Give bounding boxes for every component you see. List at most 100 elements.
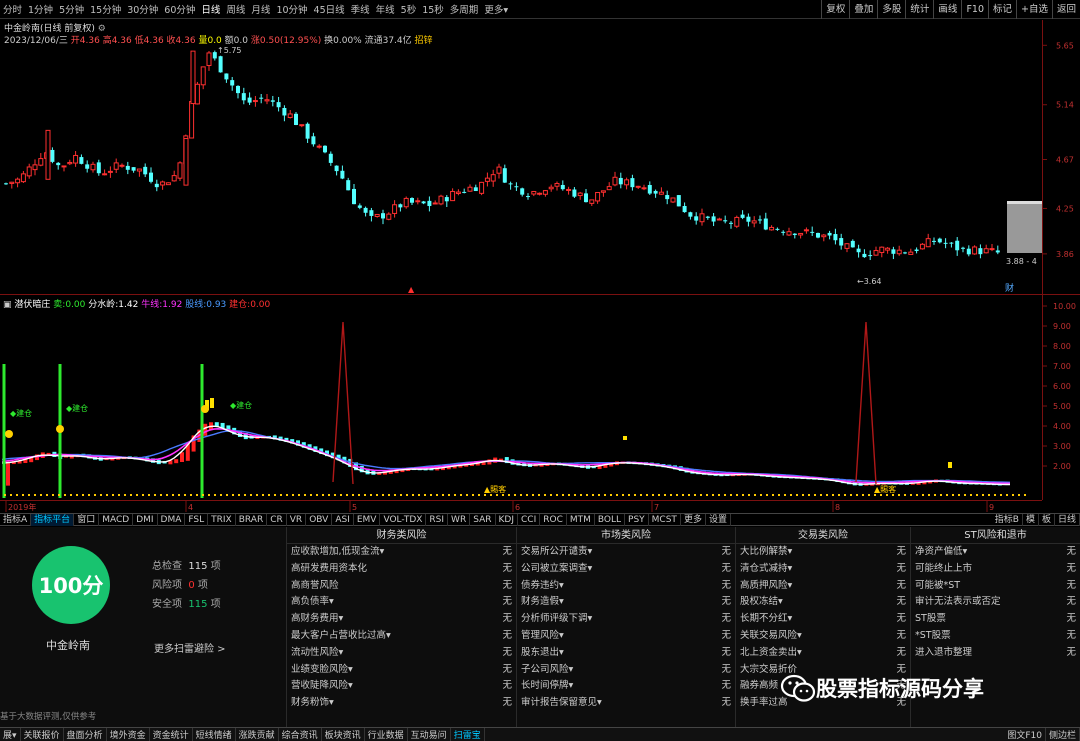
risk-row[interactable]: 分析师评级下调▾ 无 [517,611,735,628]
tab-right-3[interactable]: 日线 [1055,513,1080,526]
indicator-tab-20[interactable]: ROC [540,513,567,526]
risk-item-label[interactable]: 股权冻结▾ [740,594,783,611]
risk-item-label[interactable]: 营收陡降风险▾ [291,678,353,695]
indicator-tab-11[interactable]: OBV [306,513,333,526]
bottom-tab-9[interactable]: 行业数据 [365,728,408,741]
indicator-tab-18[interactable]: KDJ [496,513,518,526]
risk-item-label[interactable]: 长期不分红▾ [740,611,792,628]
risk-row[interactable]: 业绩变脸风险▾ 无 [287,662,516,679]
risk-row[interactable]: 营收陡降风险▾ 无 [287,678,516,695]
risk-item-label[interactable]: 审计报告保留意见▾ [521,695,602,712]
risk-item-label[interactable]: 财务粉饰▾ [291,695,334,712]
indicator-tab-10[interactable]: VR [287,513,307,526]
risk-item-label[interactable]: 财务造假▾ [521,594,564,611]
risk-item-label[interactable]: 清仓式减持▾ [740,561,792,578]
indicator-tab-5[interactable]: DMA [158,513,186,526]
risk-item-label[interactable]: 业绩变脸风险▾ [291,662,353,679]
kline-chart[interactable]: 5.65 5.14 4.67 4.25 3.86 ◆建仓 ◆建仓 ◆建仓 ▲賜客 ▲賜客 10.… [0,0,1080,513]
bottom-tab-0[interactable]: 展▾ [0,728,21,741]
tab-right-0[interactable]: 指标B [992,513,1023,526]
bottom-tab-7[interactable]: 综合资讯 [279,728,322,741]
indicator-tab-15[interactable]: RSI [426,513,449,526]
indicator-tab-25[interactable]: 更多 [681,513,706,526]
risk-item-label[interactable]: 大比例解禁▾ [740,544,792,561]
indicator-tab-9[interactable]: CR [267,513,287,526]
indicator-tab-1[interactable]: 指标平台 [31,513,75,526]
bottom-tab-1[interactable]: 关联报价 [21,728,64,741]
risk-item-label[interactable]: 长时间停牌▾ [521,678,573,695]
risk-item-label[interactable]: 净资产偏低▾ [915,544,967,561]
bottom-tab-3[interactable]: 境外资金 [107,728,150,741]
risk-item-label[interactable]: *ST股票 [915,628,951,645]
indicator-tab-19[interactable]: CCI [518,513,541,526]
indicator-tab-3[interactable]: MACD [99,513,134,526]
risk-item-label[interactable]: 子公司风险▾ [521,662,573,679]
indicator-tab-2[interactable]: 窗口 [74,513,100,526]
risk-item-label[interactable]: 北上资金卖出▾ [740,645,802,662]
indicator-tab-12[interactable]: ASI [332,513,354,526]
risk-row[interactable]: 股权冻结▾ 无 [736,594,910,611]
indicator-tab-4[interactable]: DMI [133,513,158,526]
risk-item-label[interactable]: 管理风险▾ [521,628,564,645]
risk-row[interactable]: 净资产偏低▾ 无 [911,544,1080,561]
risk-item-label[interactable]: 高质押风险▾ [740,578,792,595]
risk-row[interactable]: *ST股票 无 [911,628,1080,645]
tab-right-1[interactable]: 模 [1023,513,1039,526]
finance-badge[interactable]: 财 [1005,282,1014,294]
indicator-tab-0[interactable]: 指标A [0,513,32,526]
risk-row[interactable]: 股东退出▾ 无 [517,645,735,662]
indicator-tab-16[interactable]: WR [448,513,471,526]
risk-item-label[interactable]: 应收款增加,低现金流▾ [291,544,384,561]
indicator-tab-8[interactable]: BRAR [236,513,268,526]
risk-row[interactable]: 进入退市整理 无 [911,645,1080,662]
indicator-tab-14[interactable]: VOL-TDX [380,513,427,526]
risk-item-label[interactable]: 流动性风险▾ [291,645,343,662]
risk-row[interactable]: 大比例解禁▾ 无 [736,544,910,561]
bottom-right-sidebar[interactable]: 侧边栏 [1046,728,1080,741]
indicator-tab-22[interactable]: BOLL [595,513,626,526]
indicator-name[interactable]: 潜伏暗庄 [14,300,50,310]
risk-item-label[interactable]: 公司被立案调查▾ [521,561,592,578]
risk-item-label[interactable]: 高商誉风险 [291,578,339,595]
risk-row[interactable]: 交易所公开谴责▾ 无 [517,544,735,561]
risk-row[interactable]: 长期不分红▾ 无 [736,611,910,628]
risk-row[interactable]: 财务造假▾ 无 [517,594,735,611]
risk-row[interactable]: 清仓式减持▾ 无 [736,561,910,578]
risk-row[interactable]: 可能被*ST 无 [911,578,1080,595]
bottom-tab-4[interactable]: 资金统计 [150,728,193,741]
risk-item-label[interactable]: 高负债率▾ [291,594,334,611]
risk-item-label[interactable]: 高研发费用资本化 [291,561,367,578]
risk-item-label[interactable]: 可能被*ST [915,578,960,595]
bottom-right-f10[interactable]: 图文F10 [1004,728,1046,741]
risk-item-label[interactable]: 进入退市整理 [915,645,972,662]
risk-item-label[interactable]: 分析师评级下调▾ [521,611,592,628]
risk-row[interactable]: ST股票 无 [911,611,1080,628]
bottom-tab-6[interactable]: 涨跌贡献 [236,728,279,741]
indicator-tab-23[interactable]: PSY [625,513,649,526]
risk-row[interactable]: 公司被立案调查▾ 无 [517,561,735,578]
bottom-tab-8[interactable]: 板块资讯 [322,728,365,741]
indicator-tab-17[interactable]: SAR [470,513,496,526]
risk-item-label[interactable]: 可能终止上市 [915,561,972,578]
indicator-tab-6[interactable]: FSL [185,513,209,526]
risk-row[interactable]: 高质押风险▾ 无 [736,578,910,595]
risk-item-label[interactable]: ST股票 [915,611,946,628]
indicator-tab-7[interactable]: TRIX [208,513,236,526]
risk-item-label[interactable]: 交易所公开谴责▾ [521,544,592,561]
bottom-tab-2[interactable]: 盘面分析 [64,728,107,741]
risk-item-label[interactable]: 审计无法表示或否定 [915,594,1001,611]
risk-row[interactable]: 审计无法表示或否定 无 [911,594,1080,611]
risk-row[interactable]: 可能终止上市 无 [911,561,1080,578]
risk-row[interactable]: 债券违约▾ 无 [517,578,735,595]
risk-row[interactable]: 高财务费用▾ 无 [287,611,516,628]
indicator-tab-21[interactable]: MTM [567,513,595,526]
bottom-tab-5[interactable]: 短线情绪 [193,728,236,741]
risk-item-label[interactable]: 关联交易风险▾ [740,628,802,645]
risk-row[interactable]: 最大客户占营收比过高▾ 无 [287,628,516,645]
indicator-tab-24[interactable]: MCST [649,513,681,526]
risk-row[interactable]: 高研发费用资本化 无 [287,561,516,578]
risk-item-label[interactable]: 最大客户占营收比过高▾ [291,628,391,645]
risk-row[interactable]: 应收款增加,低现金流▾ 无 [287,544,516,561]
indicator-dropdown-icon[interactable]: ▣ [3,300,12,310]
risk-row[interactable]: 关联交易风险▾ 无 [736,628,910,645]
